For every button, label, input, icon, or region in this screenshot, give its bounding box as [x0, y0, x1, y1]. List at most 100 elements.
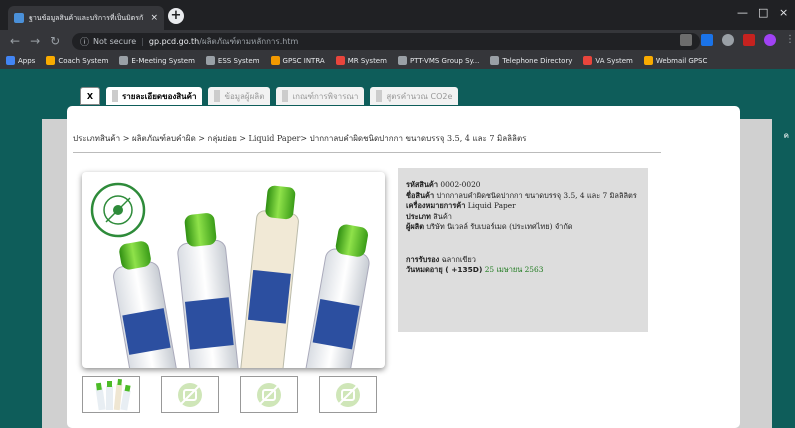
back-icon[interactable]: ← [10, 34, 20, 48]
bookmark-icon [335, 56, 345, 65]
bookmark-item[interactable]: PTT-VMS Group Sy... [397, 56, 480, 65]
profile-avatar-icon[interactable] [764, 34, 776, 46]
bookmark-item[interactable]: GPSC INTRA [270, 56, 325, 65]
menu-kebab-icon[interactable]: ⋮ [785, 34, 795, 46]
tab-title: ฐานข้อมูลสินค้าและบริการที่เป็นมิตรกั [29, 13, 144, 22]
bookmark-item[interactable]: Webmail GPSC [643, 56, 708, 65]
bookmarks-bar: Apps Coach System E-Meeting System ESS Syst… [0, 52, 795, 69]
bookmark-item[interactable]: Coach System [46, 56, 108, 65]
bookmark-icon [643, 56, 653, 65]
close-window-button[interactable]: × [779, 6, 788, 19]
product-name-label: ชื่อสินค้า [406, 190, 435, 200]
thumbnail-product[interactable] [82, 376, 140, 413]
forward-icon[interactable]: → [30, 34, 40, 48]
bookmark-item[interactable]: Telephone Directory [490, 56, 572, 65]
tab-marker [282, 90, 289, 102]
maker-row: ผู้ผลิต บริษัท นิเวลล์ รับเบอร์เมด (ประเ… [406, 222, 640, 233]
reload-icon[interactable]: ↻ [50, 34, 60, 48]
product-code-value: 0002-0020 [440, 180, 481, 189]
product-name-row: ชื่อสินค้า ปากกาลบคำผิดชนิดปากกา ขนาดบรร… [406, 191, 640, 202]
brand-label: เครื่องหมายการค้า [406, 201, 466, 210]
extension-circle-icon[interactable] [722, 34, 734, 46]
tab-marker [214, 90, 221, 102]
bookmark-label: ESS System [217, 56, 260, 65]
bookmark-label: MR System [347, 56, 387, 65]
info-icon[interactable]: ⓘ [80, 35, 89, 48]
page-side-label: ค [783, 131, 789, 140]
no-image-icon [178, 382, 202, 407]
translate-icon[interactable] [680, 34, 692, 46]
bookmark-icon [583, 56, 593, 65]
url-domain: gp.pcd.go.th [148, 37, 200, 46]
thumbnail-placeholder-1[interactable] [161, 376, 219, 413]
tab-label: สูตรคำนวณ CO2e [386, 91, 453, 101]
bookmark-label: PTT-VMS Group Sy... [409, 56, 480, 65]
bookmark-icon [205, 56, 215, 65]
type-value: สินค้า [433, 211, 452, 221]
browser-titlebar: ฐานข้อมูลสินค้าและบริการที่เป็นมิตรกั × … [0, 0, 795, 30]
bookmark-label: Apps [18, 56, 36, 65]
bookmark-label: Telephone Directory [502, 56, 573, 65]
bookmark-item[interactable]: MR System [335, 56, 387, 65]
product-name-value: ปากกาลบคำผิดชนิดปากกา ขนาดบรรจุ 3.5, 4 แ… [436, 190, 637, 200]
pdf-extension-icon[interactable] [743, 34, 755, 46]
divider [73, 152, 661, 153]
brand-value: Liquid Paper [467, 201, 516, 210]
correction-pens-illustration [90, 182, 370, 368]
expiry-label: วันหมดอายุ ( +135D) [406, 265, 483, 274]
tab-criteria[interactable]: เกณฑ์การพิจารณา [276, 87, 365, 105]
bookmark-icon [270, 56, 280, 65]
bookmark-item[interactable]: ESS System [205, 56, 260, 65]
download-icon[interactable] [701, 34, 713, 46]
bookmark-label: Webmail GPSC [655, 56, 708, 65]
bookmark-icon [397, 56, 407, 65]
tab-close-icon[interactable]: × [150, 13, 158, 23]
modal-tabs: X รายละเอียดของสินค้า ข้อมูลผู้ผลิต เกณฑ… [80, 87, 459, 105]
tab-label: ข้อมูลผู้ผลิต [224, 91, 265, 101]
certification-row: การรับรอง ฉลากเขียว [406, 255, 640, 266]
extension-icons: ⋮ [680, 34, 795, 46]
browser-toolbar: ← → ↻ ⓘ Not secure | gp.pcd.go.th /ผลิตภ… [0, 30, 795, 52]
tab-label: รายละเอียดของสินค้า [122, 91, 197, 101]
bookmark-item[interactable]: VA System [583, 56, 633, 65]
type-row: ประเภท สินค้า [406, 212, 640, 223]
modal-close-button[interactable]: X [80, 87, 100, 105]
expiry-value: 25 เมษายน 2563 [484, 265, 544, 274]
bookmark-item[interactable]: E-Meeting System [119, 56, 195, 65]
tab-manufacturer-info[interactable]: ข้อมูลผู้ผลิต [208, 87, 271, 105]
breadcrumb: ประเภทสินค้า > ผลิตภัณฑ์ลบคำผิด > กลุ่มย… [73, 134, 527, 143]
bookmark-icon [490, 56, 500, 65]
bookmark-label: E-Meeting System [131, 56, 195, 65]
browser-tab[interactable]: ฐานข้อมูลสินค้าและบริการที่เป็นมิตรกั × [8, 6, 164, 30]
favicon-icon [14, 13, 24, 23]
bookmark-label: Coach System [58, 56, 109, 65]
pens-thumbnail-icon [95, 378, 131, 411]
product-code-label: รหัสสินค้า [406, 180, 439, 189]
bookmark-item[interactable]: Apps [6, 56, 35, 65]
product-image [82, 172, 385, 368]
type-label: ประเภท [406, 211, 431, 221]
tab-product-details[interactable]: รายละเอียดของสินค้า [106, 87, 203, 105]
tab-label: เกณฑ์การพิจารณา [292, 91, 359, 101]
product-info-panel: รหัสสินค้า 0002-0020 ชื่อสินค้า ปากกาลบค… [398, 168, 648, 332]
tab-co2e-formula[interactable]: สูตรคำนวณ CO2e [370, 87, 459, 105]
thumbnail-placeholder-2[interactable] [240, 376, 298, 413]
tab-marker [112, 90, 118, 102]
address-bar[interactable]: ⓘ Not secure | gp.pcd.go.th /ผลิตภัณฑ์ตา… [72, 33, 700, 50]
thumbnail-placeholder-3[interactable] [319, 376, 377, 413]
maker-value: บริษัท นิเวลล์ รับเบอร์เมด (ประเทศไทย) จ… [426, 222, 573, 231]
maker-label: ผู้ผลิต [406, 222, 424, 231]
certification-label: การรับรอง [406, 254, 440, 264]
no-image-icon [336, 382, 360, 407]
minimize-button[interactable]: — [737, 6, 748, 19]
product-code-row: รหัสสินค้า 0002-0020 [406, 180, 640, 191]
bookmark-icon [6, 56, 15, 65]
address-separator: | [141, 37, 144, 46]
maximize-button[interactable]: □ [758, 6, 768, 19]
bookmark-label: GPSC INTRA [282, 56, 325, 65]
url-path: /ผลิตภัณฑ์ตามหลักการ.htm [199, 37, 299, 46]
new-tab-button[interactable]: + [168, 8, 184, 24]
bookmark-label: VA System [595, 56, 633, 65]
bookmark-icon [46, 56, 56, 65]
